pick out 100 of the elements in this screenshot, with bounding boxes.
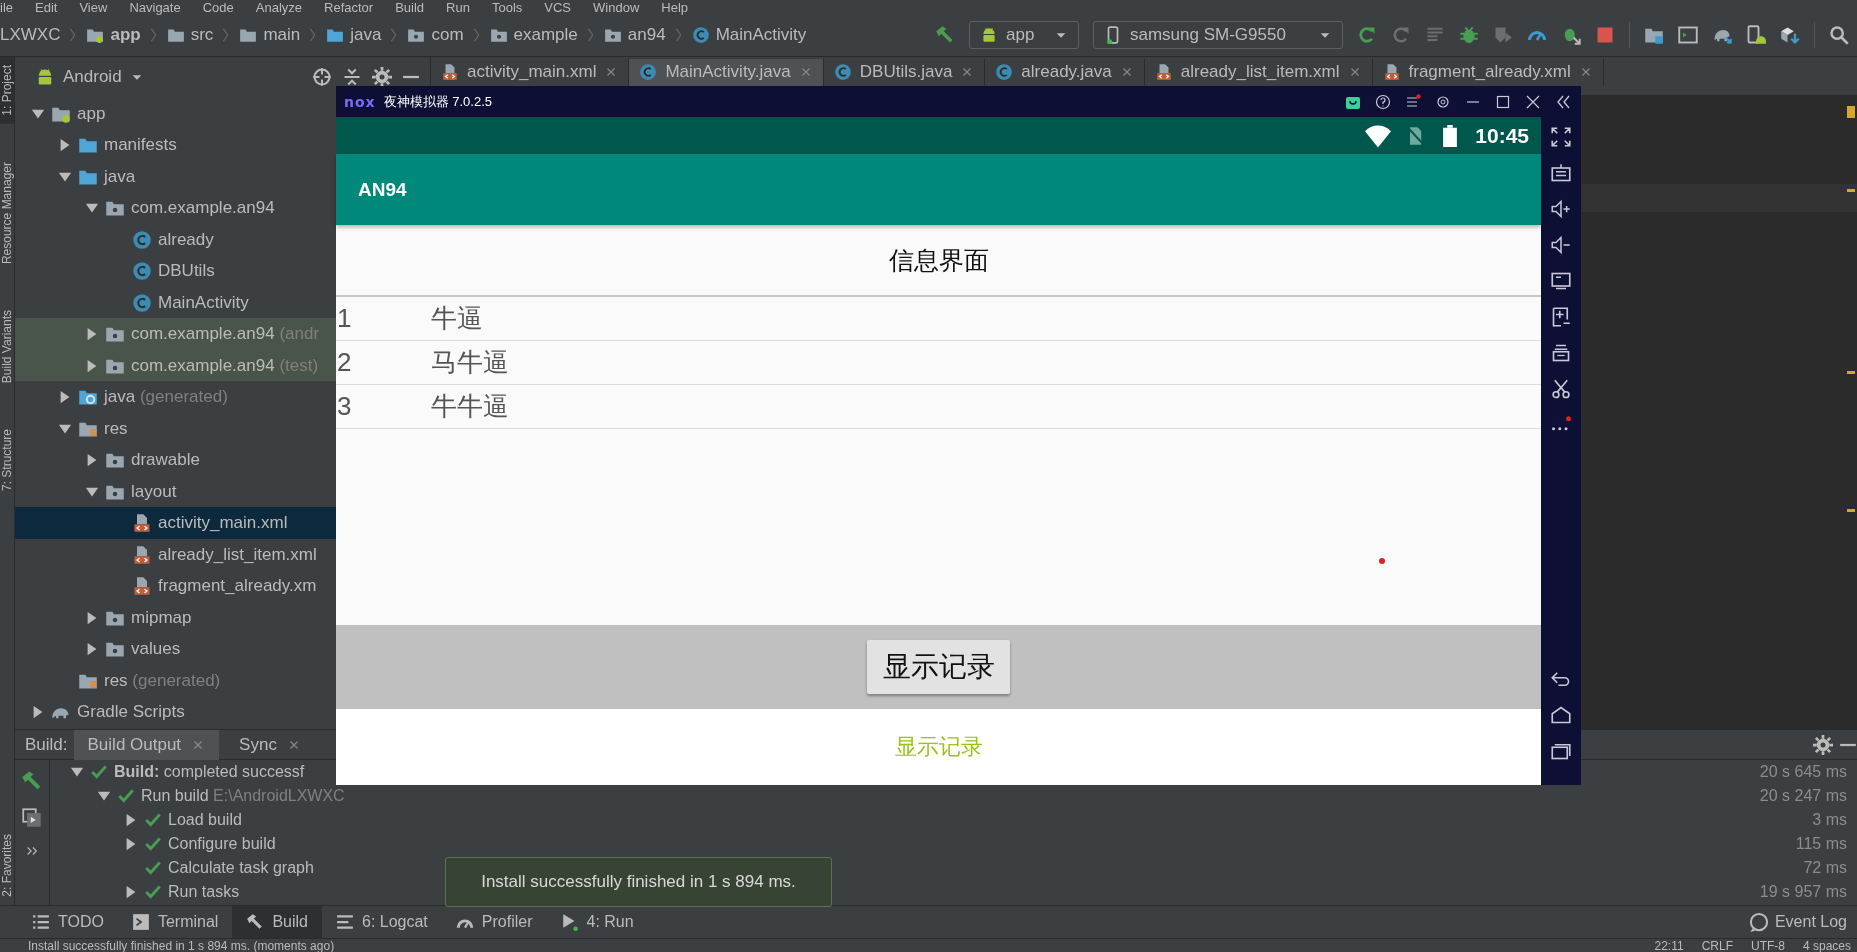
- search-icon[interactable]: [1829, 25, 1849, 46]
- hammer-icon[interactable]: [21, 770, 43, 792]
- terminal-window-icon[interactable]: [1678, 25, 1698, 46]
- recents-icon[interactable]: [1551, 741, 1571, 761]
- double-chevron-icon[interactable]: [25, 844, 39, 858]
- tree-item[interactable]: com.example.an94: [15, 192, 337, 224]
- menu-icon[interactable]: [1405, 93, 1421, 110]
- collapsed-arrow-icon[interactable]: [85, 610, 99, 625]
- close-icon[interactable]: [1525, 93, 1541, 110]
- tool-window-tab[interactable]: 1: Project: [0, 56, 14, 124]
- menu-item[interactable]: Window: [593, 0, 640, 15]
- collapsed-arrow-icon[interactable]: [124, 885, 138, 899]
- scissors-icon[interactable]: [1551, 379, 1571, 399]
- back-icon[interactable]: [1551, 669, 1571, 689]
- collapsed-arrow-icon[interactable]: [85, 358, 99, 373]
- tool-window-button[interactable]: Build: [232, 906, 322, 938]
- event-log-button[interactable]: Event Log: [1748, 912, 1857, 932]
- show-records-button[interactable]: 显示记录: [867, 640, 1010, 694]
- breadcrumb[interactable]: app: [110, 25, 141, 46]
- breadcrumb[interactable]: an94: [627, 25, 666, 46]
- settings-icon[interactable]: [1813, 734, 1833, 755]
- collapsed-arrow-icon[interactable]: [124, 837, 138, 851]
- device-android-icon[interactable]: [1746, 25, 1766, 46]
- menu-item[interactable]: Help: [661, 0, 689, 15]
- menu-item[interactable]: Run: [446, 0, 470, 15]
- tool-window-button[interactable]: Terminal: [117, 906, 233, 938]
- editor-tab[interactable]: MainActivity.java: [629, 58, 824, 86]
- breadcrumb[interactable]: MainActivity: [715, 25, 807, 46]
- collapsed-arrow-icon[interactable]: [58, 138, 72, 153]
- file-encoding[interactable]: UTF-8: [1750, 938, 1785, 952]
- breadcrumb[interactable]: java: [350, 25, 382, 46]
- tree-item[interactable]: Gradle Scripts: [15, 696, 337, 728]
- tool-window-button[interactable]: 4: Run: [546, 906, 648, 938]
- menu-item[interactable]: Edit: [35, 0, 58, 15]
- menu-item[interactable]: Tools: [491, 0, 523, 15]
- build-tree-item[interactable]: Calculate task graph: [50, 856, 314, 880]
- menu-item[interactable]: Analyze: [255, 0, 302, 15]
- collapse-icon[interactable]: [342, 67, 362, 88]
- line-separator[interactable]: CRLF: [1701, 938, 1733, 952]
- menu-item[interactable]: View: [79, 0, 108, 15]
- menu-item[interactable]: Code: [202, 0, 234, 15]
- tree-item[interactable]: activity_main.xml: [15, 507, 337, 539]
- panel-tab[interactable]: Sync: [225, 730, 315, 760]
- editor-tab[interactable]: DBUtils.java: [823, 58, 986, 86]
- expand-arrow-icon[interactable]: [97, 789, 111, 803]
- collapsed-arrow-icon[interactable]: [124, 813, 138, 827]
- volume-down-icon[interactable]: [1551, 235, 1571, 255]
- menu-item[interactable]: Navigate: [129, 0, 181, 15]
- panel-tab[interactable]: Build Output: [73, 730, 220, 760]
- indent-setting[interactable]: 4 spaces: [1802, 938, 1857, 952]
- cursor-position[interactable]: 22:11: [1654, 938, 1684, 952]
- bug-icon[interactable]: [1459, 25, 1479, 46]
- settings-icon[interactable]: [1435, 93, 1451, 110]
- tree-item[interactable]: already_list_item.xml: [15, 538, 337, 571]
- breadcrumb[interactable]: LXWXC: [0, 25, 61, 46]
- collapsed-arrow-icon[interactable]: [85, 327, 99, 342]
- device-dropdown[interactable]: samsung SM-G9550: [1093, 21, 1343, 50]
- tree-item[interactable]: layout: [15, 475, 337, 508]
- editor-tab[interactable]: fragment_already.xml: [1372, 58, 1604, 86]
- home-icon[interactable]: [1551, 705, 1571, 725]
- menu-item[interactable]: Refactor: [324, 0, 374, 15]
- fullscreen-icon[interactable]: [1551, 127, 1571, 147]
- breadcrumb[interactable]: src: [190, 25, 214, 46]
- breadcrumb[interactable]: example: [513, 25, 578, 46]
- layers-icon[interactable]: [22, 808, 42, 828]
- build-tree-item[interactable]: Run build E:\AndroidLXWXC: [50, 784, 345, 808]
- tree-item[interactable]: values: [15, 633, 337, 665]
- tree-item[interactable]: res (generated): [15, 664, 337, 697]
- double-chevron-icon[interactable]: [1555, 93, 1571, 110]
- expand-arrow-icon[interactable]: [70, 765, 84, 779]
- stack-icon[interactable]: [1551, 343, 1571, 363]
- editor-tab[interactable]: already_list_item.xml: [1144, 58, 1373, 86]
- run-config-dropdown[interactable]: app: [969, 21, 1079, 50]
- keyboard-icon[interactable]: [1551, 163, 1571, 183]
- rerun-icon[interactable]: [1357, 25, 1377, 46]
- maximize-icon[interactable]: [1495, 93, 1511, 110]
- tool-window-tab[interactable]: Build Variants: [0, 301, 14, 391]
- collapsed-arrow-icon[interactable]: [31, 705, 45, 720]
- collapsed-arrow-icon[interactable]: [85, 642, 99, 657]
- tool-window-button[interactable]: TODO: [18, 906, 118, 938]
- menu-item[interactable]: Build: [395, 0, 425, 15]
- collapsed-arrow-icon[interactable]: [58, 390, 72, 405]
- tree-item[interactable]: DBUtils: [15, 255, 337, 287]
- tree-item[interactable]: java: [15, 160, 337, 193]
- breadcrumb[interactable]: main: [263, 25, 301, 46]
- tool-window-button[interactable]: Profiler: [441, 906, 547, 938]
- box-arrow-icon[interactable]: [1780, 25, 1800, 46]
- breadcrumb[interactable]: com: [431, 25, 464, 46]
- menu-item[interactable]: ile: [0, 0, 13, 15]
- tree-item[interactable]: already: [15, 223, 337, 256]
- view-dropdown[interactable]: Android: [25, 63, 154, 92]
- tree-item[interactable]: res: [15, 412, 337, 445]
- tool-window-tab[interactable]: Resource Manager: [0, 153, 14, 272]
- tool-window-tab[interactable]: 7: Structure: [0, 420, 14, 499]
- volume-up-icon[interactable]: [1551, 199, 1571, 219]
- build-tree-item[interactable]: Configure build: [50, 832, 276, 856]
- tree-item[interactable]: java (generated): [15, 381, 337, 413]
- tool-window-tab[interactable]: 2: Favorites: [0, 826, 14, 905]
- tree-item[interactable]: app: [15, 97, 337, 130]
- tree-item[interactable]: fragment_already.xm: [15, 570, 337, 602]
